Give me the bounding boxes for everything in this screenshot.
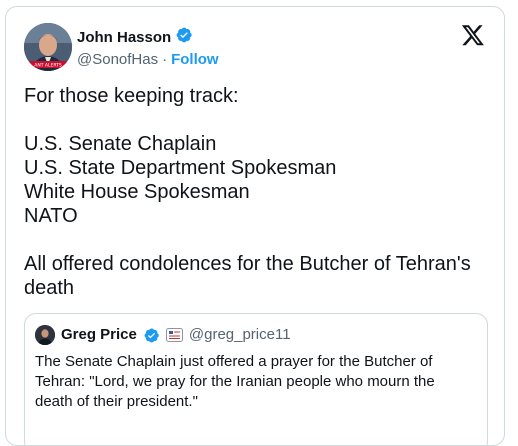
quoted-tweet-text: The Senate Chaplain just offered a praye…	[35, 353, 435, 410]
tweet-text: For those keeping track: U.S. Senate Cha…	[24, 84, 494, 300]
verified-badge-icon	[143, 327, 160, 344]
x-logo-icon[interactable]	[461, 23, 485, 52]
separator-dot: ·	[162, 51, 168, 68]
author-handle[interactable]: @SonofHas	[77, 51, 158, 68]
quoted-tweet-header: Greg Price @greg_price11	[35, 325, 291, 345]
quoted-tweet[interactable]: Greg Price @greg_price11 The Senate Chap…	[24, 313, 488, 445]
follow-button[interactable]: Follow	[171, 51, 219, 68]
tweet-line: For those keeping track:	[24, 85, 239, 107]
tweet-line: White House Spokesman	[24, 181, 250, 203]
author-display-name[interactable]: John Hasson	[77, 28, 171, 48]
flag-icon	[165, 328, 183, 342]
quoted-author-name: Greg Price	[61, 326, 137, 343]
tweet-line: All offered condolences for the Butcher …	[24, 253, 471, 299]
author-name-row[interactable]: John Hasson	[77, 26, 193, 50]
tweet-line: NATO	[24, 205, 78, 227]
author-avatar[interactable]: ANT ALERTS	[24, 23, 72, 71]
tweet-line: U.S. State Department Spokesman	[24, 157, 337, 179]
quoted-author-handle: @greg_price11	[188, 326, 291, 343]
author-handle-row: @SonofHas · Follow	[77, 50, 219, 70]
verified-badge-icon	[175, 26, 193, 50]
tweet-line: U.S. Senate Chaplain	[24, 133, 217, 155]
quoted-author-avatar	[35, 325, 55, 345]
svg-text:ANT ALERTS: ANT ALERTS	[34, 63, 62, 69]
tweet-card: ANT ALERTS John Hasson @SonofHas · Follow …	[5, 6, 505, 446]
